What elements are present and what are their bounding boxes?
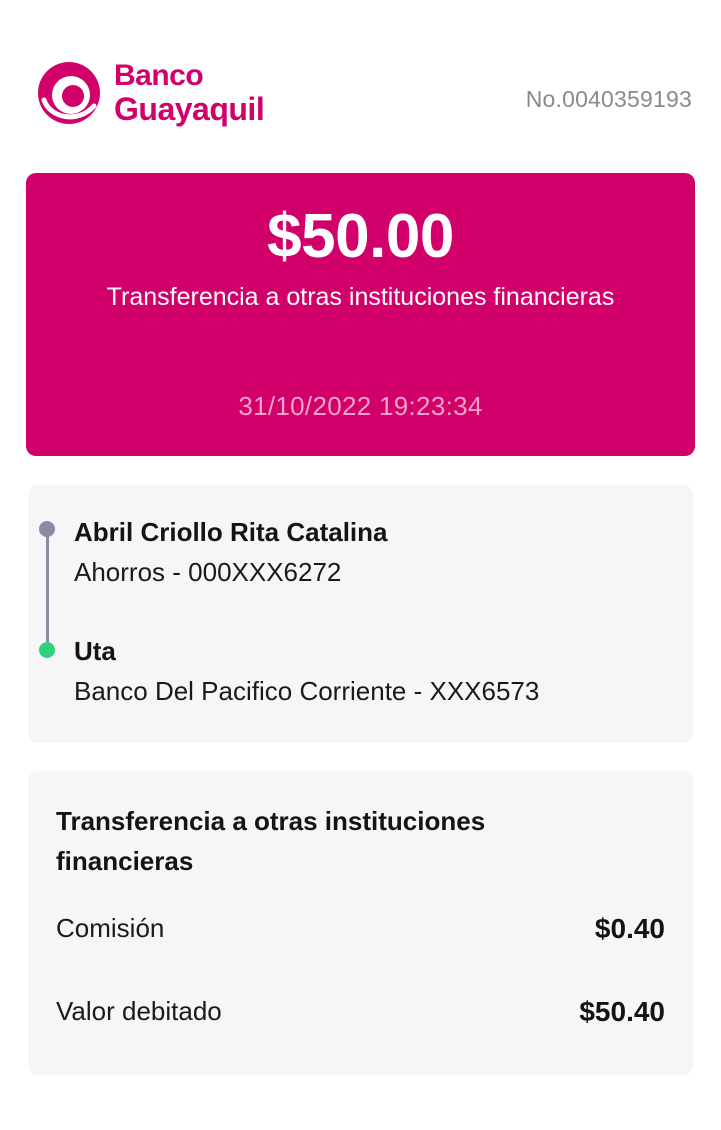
bank-name-line2: Guayaquil <box>114 91 265 127</box>
parties-card: Abril Criollo Rita Catalina Ahorros - 00… <box>28 485 693 743</box>
destination-account-detail: Banco Del Pacifico Corriente - XXX6573 <box>74 676 540 706</box>
transfer-amount: $50.00 <box>267 202 454 271</box>
debited-amount-label: Valor debitado <box>56 996 222 1026</box>
transfer-path-line <box>46 529 49 649</box>
receipt-number: No.0040359193 <box>525 86 692 112</box>
debited-amount-value: $50.40 <box>579 996 665 1027</box>
origin-dot-icon <box>39 521 55 537</box>
details-card: Transferencia a otras instituciones fina… <box>28 771 693 1075</box>
receipt-header: Banco Guayaquil No.0040359193 <box>0 0 721 150</box>
origin-account-detail: Ahorros - 000XXX6272 <box>74 557 342 587</box>
destination-account-holder: Uta <box>74 636 116 666</box>
bank-logo-icon <box>38 62 100 124</box>
origin-account-holder: Abril Criollo Rita Catalina <box>74 517 388 547</box>
bank-name: Banco Guayaquil <box>114 59 265 127</box>
bank-name-line1: Banco <box>114 59 204 92</box>
commission-label: Comisión <box>56 913 165 943</box>
destination-dot-icon <box>39 642 55 658</box>
transfer-datetime: 31/10/2022 19:23:34 <box>238 391 483 421</box>
amount-card: $50.00 Transferencia a otras institucion… <box>26 173 695 456</box>
details-title: Transferencia a otras instituciones fina… <box>56 806 486 876</box>
commission-value: $0.40 <box>594 913 665 944</box>
transfer-type: Transferencia a otras instituciones fina… <box>106 283 615 311</box>
bank-logo: Banco Guayaquil <box>36 59 265 127</box>
